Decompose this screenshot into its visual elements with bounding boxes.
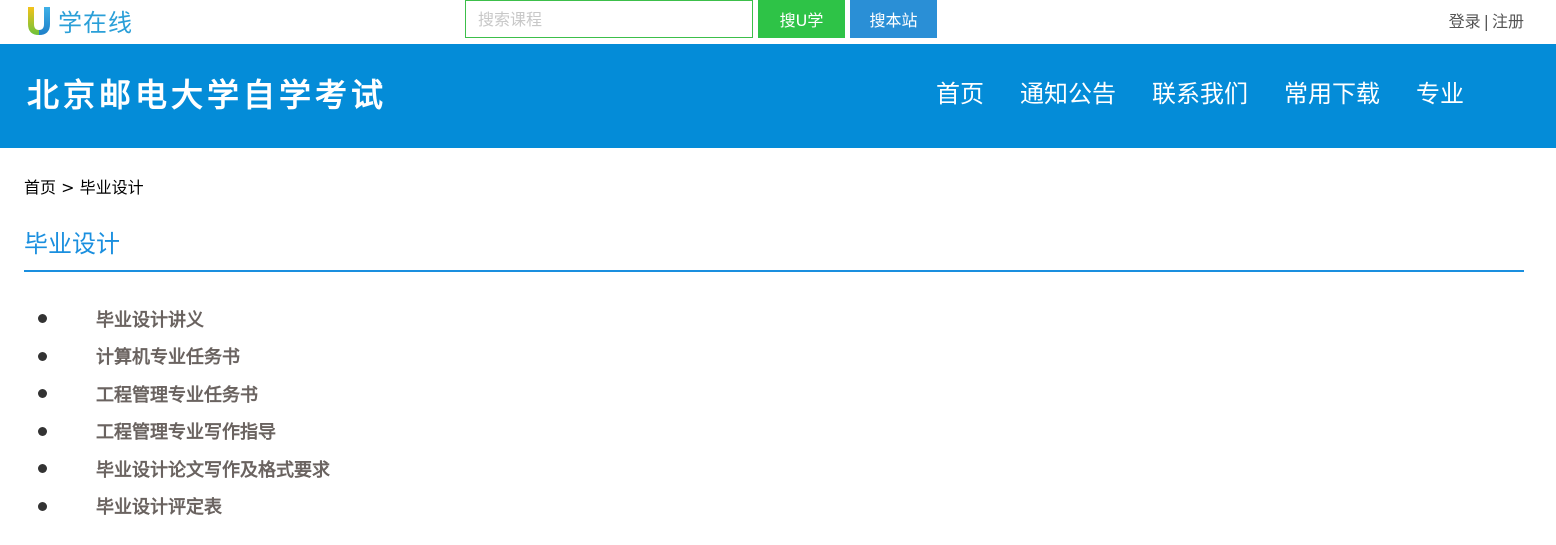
document-list: 毕业设计讲义 计算机专业任务书 工程管理专业任务书 工程管理专业写作指导 毕业设… — [38, 300, 330, 525]
auth-links: 登录 | 注册 — [1449, 8, 1524, 32]
list-item: 工程管理专业任务书 — [38, 375, 330, 413]
search-site-button[interactable]: 搜本站 — [850, 0, 937, 38]
doc-link[interactable]: 毕业设计讲义 — [96, 306, 204, 332]
bullet-icon — [38, 389, 47, 399]
nav-home[interactable]: 首页 — [918, 74, 1002, 114]
page-title: 毕业设计 — [24, 230, 120, 258]
bullet-icon — [38, 426, 47, 436]
register-link[interactable]: 注册 — [1492, 12, 1524, 31]
breadcrumb-separator: > — [61, 178, 75, 197]
nav-notices[interactable]: 通知公告 — [1002, 74, 1134, 114]
list-item: 毕业设计讲义 — [38, 300, 330, 338]
bullet-icon — [38, 351, 47, 361]
site-logo[interactable]: 学在线 — [24, 2, 133, 38]
nav-downloads[interactable]: 常用下载 — [1266, 74, 1398, 114]
breadcrumb-current: 毕业设计 — [79, 178, 144, 197]
site-title[interactable]: 北京邮电大学自学考试 — [27, 70, 387, 116]
bullet-icon — [38, 501, 47, 511]
doc-link[interactable]: 计算机专业任务书 — [96, 343, 240, 369]
search-uxue-button[interactable]: 搜U学 — [758, 0, 845, 38]
breadcrumb-home[interactable]: 首页 — [24, 178, 56, 197]
title-divider — [24, 270, 1524, 272]
logo-text: 学在线 — [58, 8, 133, 37]
list-item: 计算机专业任务书 — [38, 338, 330, 376]
top-bar: 学在线 搜U学 搜本站 登录|注册 — [0, 0, 1556, 44]
doc-link[interactable]: 工程管理专业写作指导 — [96, 418, 276, 444]
doc-link[interactable]: 毕业设计论文写作及格式要求 — [96, 456, 330, 482]
doc-link[interactable]: 毕业设计评定表 — [96, 493, 222, 519]
header-banner: 北京邮电大学自学考试 首页 通知公告 联系我们 常用下载 专业 — [0, 44, 1556, 148]
login-link[interactable]: 登录 — [1449, 12, 1481, 31]
auth-separator: | — [1483, 12, 1489, 31]
list-item: 工程管理专业写作指导 — [38, 413, 330, 451]
u-logo-icon — [28, 7, 50, 35]
list-item: 毕业设计论文写作及格式要求 — [38, 450, 330, 488]
doc-link[interactable]: 工程管理专业任务书 — [96, 381, 258, 407]
nav-majors[interactable]: 专业 — [1398, 74, 1482, 114]
main-nav: 首页 通知公告 联系我们 常用下载 专业 — [918, 74, 1482, 114]
bullet-icon — [38, 464, 47, 474]
search-input[interactable] — [465, 0, 753, 38]
breadcrumb: 首页 > 毕业设计 — [24, 174, 144, 198]
bullet-icon — [38, 314, 47, 324]
nav-contact[interactable]: 联系我们 — [1134, 74, 1266, 114]
list-item: 毕业设计评定表 — [38, 488, 330, 526]
